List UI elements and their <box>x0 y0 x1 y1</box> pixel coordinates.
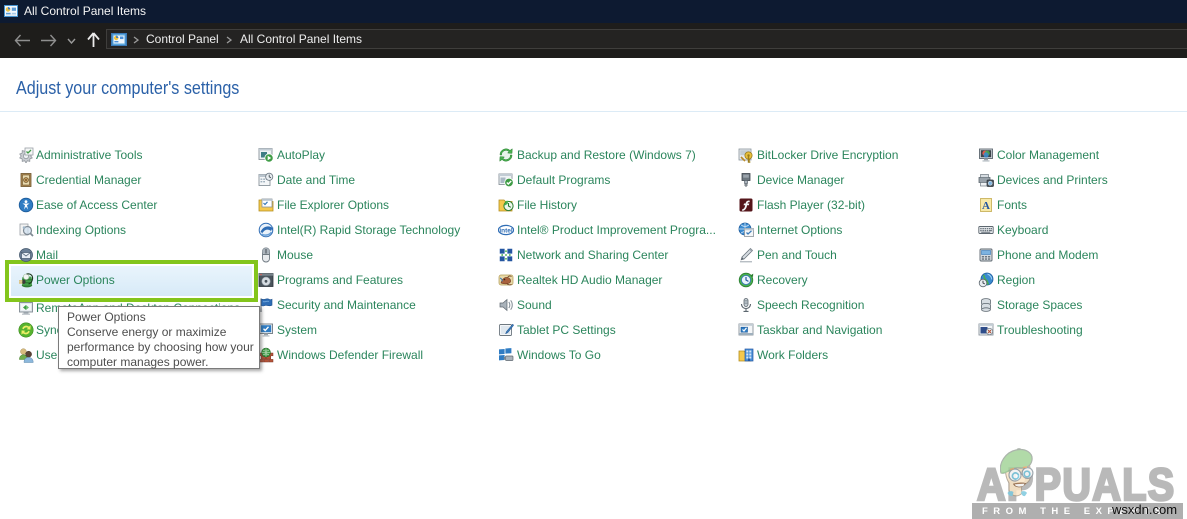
svg-text:intel: intel <box>499 227 513 234</box>
svg-text:A: A <box>982 200 990 212</box>
